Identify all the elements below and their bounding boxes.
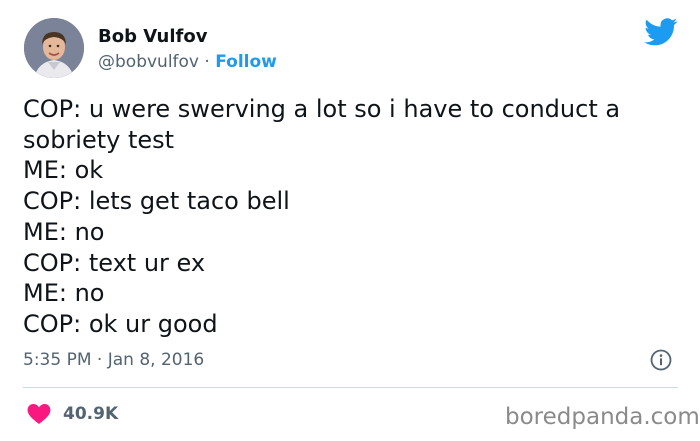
avatar-portrait: [24, 18, 84, 78]
handle-separator: ·: [204, 52, 210, 72]
tweet-line: COP: text ur ex: [23, 248, 206, 277]
tweet-line: COP: ok ur good: [23, 309, 218, 338]
watermark: boredpanda.com: [505, 404, 700, 430]
follow-button[interactable]: Follow: [215, 52, 277, 72]
twitter-bird-icon[interactable]: [644, 18, 678, 46]
info-icon[interactable]: [650, 349, 672, 371]
heart-icon[interactable]: [27, 404, 51, 424]
tweet-timestamp[interactable]: 5:35 PM · Jan 8, 2016: [23, 349, 204, 371]
tweet-line: COP: lets get taco bell: [23, 187, 290, 216]
author-handle-row: @bobvulfov · Follow: [98, 51, 277, 73]
tweet-line: ME: ok: [23, 156, 104, 185]
tweet-line: ME: no: [23, 279, 105, 308]
tweet-line: COP: u were swerving a lot so i have to …: [23, 95, 621, 123]
tweet-text: COP: u were swerving a lot so i have to …: [23, 94, 683, 340]
tweet-line: ME: no: [23, 217, 105, 246]
tweet-line: sobriety test: [23, 125, 175, 154]
like-count[interactable]: 40.9K: [63, 403, 118, 425]
author-name[interactable]: Bob Vulfov: [98, 26, 207, 48]
avatar[interactable]: [24, 18, 84, 78]
divider: [23, 387, 678, 388]
author-handle[interactable]: @bobvulfov: [98, 52, 199, 72]
